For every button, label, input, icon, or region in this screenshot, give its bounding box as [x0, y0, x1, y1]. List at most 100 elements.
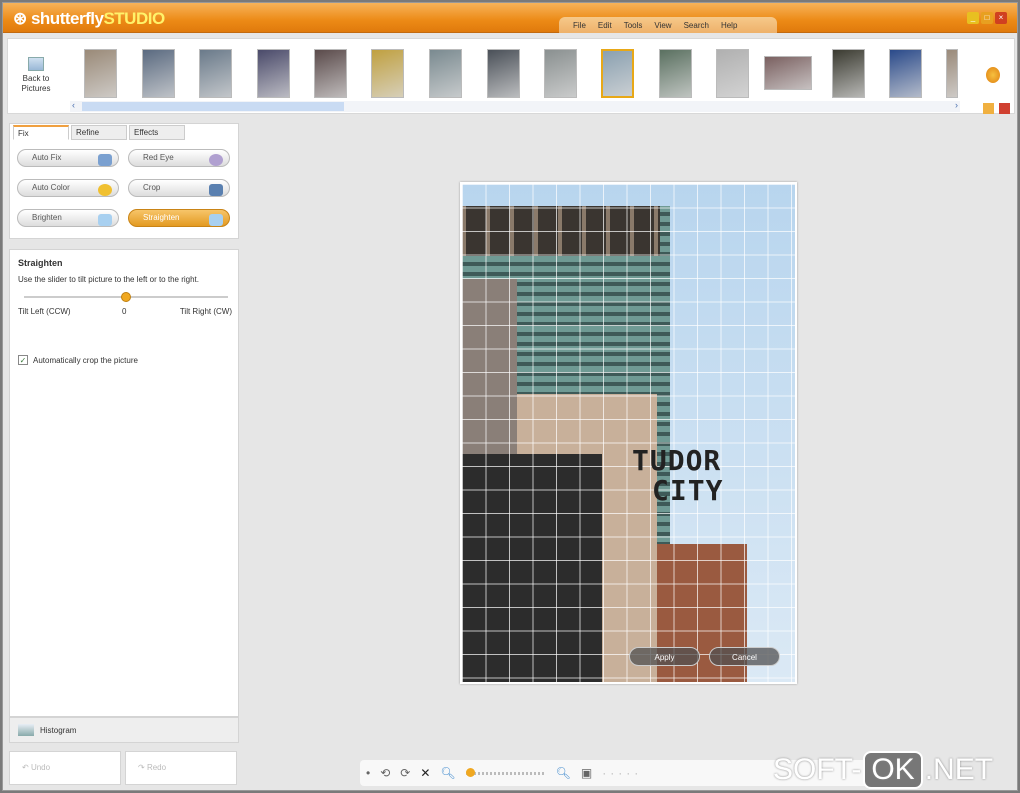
- tilt-value: 0: [122, 307, 127, 316]
- thumbnail[interactable]: [832, 49, 865, 98]
- thumbnail[interactable]: [199, 49, 232, 98]
- menu-search[interactable]: Search: [684, 21, 709, 30]
- thumbnail[interactable]: [429, 49, 462, 98]
- thumbnail[interactable]: [946, 49, 958, 98]
- tilt-slider-handle[interactable]: [121, 292, 131, 302]
- auto-crop-checkbox[interactable]: ✓: [18, 355, 28, 365]
- grid-icon: [28, 57, 44, 71]
- zoom-slider-handle[interactable]: [465, 767, 475, 777]
- tudor-city-sign: TUDOR CITY: [632, 446, 723, 506]
- undo-icon: ↶: [22, 763, 31, 772]
- tilt-left-label: Tilt Left (CCW): [18, 307, 71, 316]
- page-dots: ·····: [602, 766, 643, 780]
- tool-tabs: Fix Refine Effects: [13, 125, 187, 140]
- scroll-thumb[interactable]: [82, 102, 344, 111]
- minimize-button[interactable]: _: [967, 12, 979, 24]
- logo-text: shutterfly: [30, 9, 104, 28]
- tab-fix[interactable]: Fix: [13, 125, 69, 140]
- straighten-button[interactable]: Straighten: [128, 209, 230, 227]
- thumbnail[interactable]: [84, 49, 117, 98]
- auto-crop-label: Automatically crop the picture: [33, 355, 138, 365]
- label: Crop: [143, 183, 161, 192]
- tilt-right-label: Tilt Right (CW): [179, 307, 232, 316]
- straighten-icon: [209, 214, 223, 226]
- sun-icon: [98, 214, 112, 226]
- tab-effects[interactable]: Effects: [129, 125, 185, 140]
- menu-file[interactable]: File: [573, 21, 586, 30]
- straighten-grid: [462, 184, 795, 682]
- menu-help[interactable]: Help: [721, 21, 737, 30]
- thumbnail[interactable]: [659, 49, 692, 98]
- maximize-button[interactable]: □: [981, 12, 993, 24]
- auto-color-button[interactable]: Auto Color: [17, 179, 119, 197]
- thumbnail[interactable]: [601, 49, 634, 98]
- shutterfly-flower-icon: [986, 67, 1000, 83]
- label: Straighten: [143, 213, 180, 222]
- wand-icon: [98, 154, 112, 166]
- histogram-toggle[interactable]: Histogram: [9, 717, 239, 743]
- zoom-in-icon[interactable]: 🔍︎: [556, 766, 571, 780]
- back-label: Back to Pictures: [21, 74, 51, 93]
- filmstrip-scrollbar[interactable]: ‹ ›: [70, 100, 960, 112]
- thumbnail[interactable]: [142, 49, 175, 98]
- menu-bar: File Edit Tools View Search Help: [559, 17, 777, 33]
- zoom-out-icon[interactable]: 🔍︎: [440, 766, 455, 780]
- thumbnail[interactable]: [716, 49, 749, 98]
- rotate-left-icon[interactable]: ⟲: [380, 766, 390, 780]
- restore-panel-button[interactable]: [983, 103, 994, 114]
- scroll-left-icon[interactable]: ‹: [72, 100, 75, 110]
- undo-label: Undo: [30, 763, 51, 772]
- watermark: SOFT- OK .NET: [773, 751, 993, 789]
- undo-button[interactable]: ↶ Undo: [9, 751, 121, 785]
- histogram-icon: [18, 724, 34, 736]
- thumbnail[interactable]: [257, 49, 290, 98]
- app-logo: ⊛ shutterflySTUDIO: [13, 9, 165, 28]
- sign-line2: CITY: [652, 474, 724, 507]
- watermark-ok: OK: [863, 751, 923, 789]
- thumbnail[interactable]: [764, 56, 812, 90]
- panel-title: Straighten: [18, 258, 63, 268]
- thumbnail[interactable]: [544, 49, 577, 98]
- red-eye-button[interactable]: Red Eye: [128, 149, 230, 167]
- back-to-pictures-button[interactable]: Back to Pictures: [12, 57, 60, 94]
- eye-icon: [209, 154, 223, 166]
- histogram-label: Histogram: [40, 725, 77, 735]
- thumbnail[interactable]: [371, 49, 404, 98]
- rotate-right-icon[interactable]: ⟳: [400, 766, 410, 780]
- cancel-button[interactable]: Cancel: [709, 647, 780, 666]
- thumbnail[interactable]: [314, 49, 347, 98]
- close-button[interactable]: ×: [995, 12, 1007, 24]
- zoom-slider[interactable]: [465, 767, 546, 777]
- delete-icon[interactable]: ✕: [420, 766, 430, 780]
- thumbnail[interactable]: [889, 49, 922, 98]
- thumbnail[interactable]: [487, 49, 520, 98]
- sign-line1: TUDOR: [632, 444, 722, 477]
- crop-button[interactable]: Crop: [128, 179, 230, 197]
- redo-label: Redo: [146, 763, 167, 772]
- straighten-panel: Straighten Use the slider to tilt pictur…: [9, 249, 239, 717]
- close-panel-button[interactable]: [999, 103, 1010, 114]
- watermark-left: SOFT-: [773, 753, 862, 786]
- label: Red Eye: [143, 153, 174, 162]
- label: Auto Color: [32, 183, 70, 192]
- watermark-right: .NET: [924, 753, 994, 786]
- panel-description: Use the slider to tilt picture to the le…: [18, 275, 199, 284]
- filmstrip: Back to Pictures ‹ ›: [7, 38, 1015, 114]
- label: Auto Fix: [32, 153, 62, 162]
- logo-sub: STUDIO: [103, 9, 165, 28]
- dot-icon[interactable]: •: [366, 766, 370, 780]
- crop-icon: [209, 184, 223, 196]
- redo-button[interactable]: ↷ Redo: [125, 751, 237, 785]
- title-bar: ⊛ shutterflySTUDIO File Edit Tools View …: [3, 3, 1017, 33]
- auto-fix-button[interactable]: Auto Fix: [17, 149, 119, 167]
- tab-refine[interactable]: Refine: [71, 125, 127, 140]
- menu-edit[interactable]: Edit: [598, 21, 612, 30]
- fit-image-icon[interactable]: ▣: [581, 766, 592, 780]
- brighten-button[interactable]: Brighten: [17, 209, 119, 227]
- scroll-right-icon[interactable]: ›: [955, 100, 958, 110]
- palette-icon: [98, 184, 112, 196]
- menu-tools[interactable]: Tools: [624, 21, 643, 30]
- apply-button[interactable]: Apply: [629, 647, 700, 666]
- photo-canvas[interactable]: TUDOR CITY Apply Cancel: [460, 182, 797, 684]
- menu-view[interactable]: View: [654, 21, 671, 30]
